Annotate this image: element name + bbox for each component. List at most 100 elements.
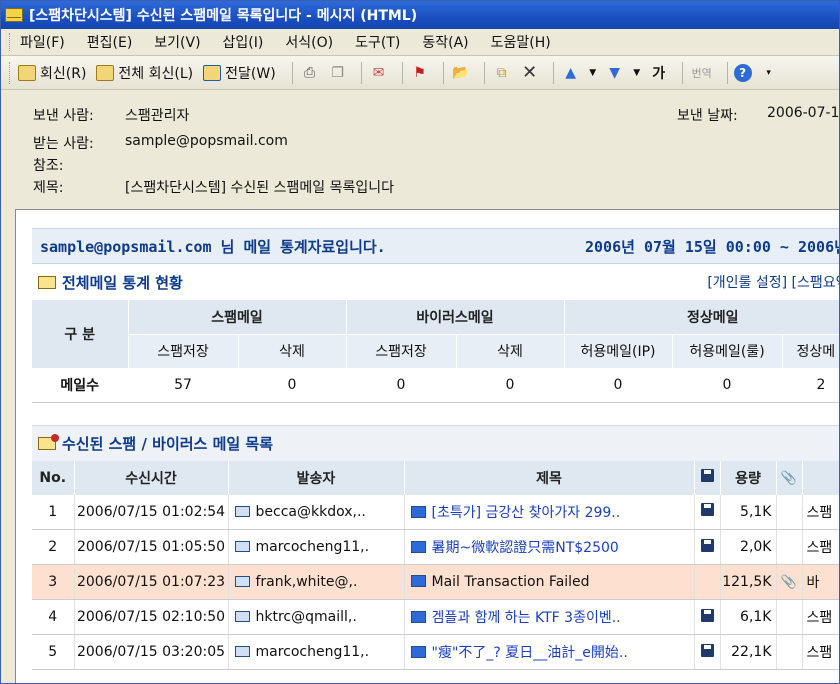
to-value[interactable]: sample@popsmail.com <box>125 133 288 149</box>
menu-format[interactable]: 서식(O) <box>285 32 333 52</box>
open-folder-icon[interactable]: 📂 <box>450 63 472 83</box>
envelope-icon <box>38 275 56 289</box>
message-body[interactable]: sample@popsmail.com 님 메일 통계자료입니다. 2006년 … <box>15 209 839 683</box>
subject-value: [스팸차단시스템] 수신된 스팸메일 목록입니다 <box>125 180 394 196</box>
from-value[interactable]: 스팸관리자 <box>125 105 189 125</box>
previous-item-icon[interactable]: ▲ <box>560 63 582 83</box>
row-save[interactable] <box>694 564 721 600</box>
toolbar-grip[interactable] <box>9 61 12 84</box>
report-banner: sample@popsmail.com 님 메일 통계자료입니다. 2006년 … <box>32 228 839 264</box>
row-sender[interactable]: frank,white@,. <box>228 564 405 600</box>
contact-card-icon <box>234 541 250 552</box>
row-subject[interactable]: [초특가] 금강산 찾아가자 299.. <box>404 494 695 530</box>
help-icon[interactable]: ? <box>733 63 752 82</box>
menu-bar: 파일(F) 편집(E) 보기(V) 삽입(I) 서식(O) 도구(T) 동작(A… <box>1 29 839 56</box>
reply-all-label: 전체 회신(L) <box>118 65 194 82</box>
row-size: 6,1K <box>720 599 777 635</box>
toolbar-separator <box>552 61 554 84</box>
print-icon[interactable]: ⎙ <box>299 63 321 83</box>
table-row[interactable]: 1 2006/07/15 01:02:54 becca@kkdox,.. [초특가] … <box>32 494 839 530</box>
subject-text[interactable]: Mail Transaction Failed <box>432 574 590 590</box>
subject-text[interactable]: "瘦"不了_? 夏日__油計_e開始.. <box>432 645 628 661</box>
disk-icon[interactable] <box>700 608 714 622</box>
toolbar-overflow-icon[interactable]: ▾ <box>758 63 780 83</box>
menu-help[interactable]: 도움말(H) <box>491 32 551 52</box>
copy-icon[interactable]: ❐ <box>327 63 349 83</box>
dropdown-arrow-icon[interactable]: ▼ <box>588 63 598 83</box>
toolbar-separator <box>726 61 728 84</box>
translate-button[interactable]: 번역 <box>689 63 715 83</box>
row-subject[interactable]: Mail Transaction Failed <box>404 564 695 600</box>
stats-table: 구 분 스팸메일 바이러스메일 정상메일 스팸저장 삭제 스팸저장 삭제 허용메… <box>32 300 839 403</box>
menu-view[interactable]: 보기(V) <box>154 32 200 52</box>
row-size: 22,1K <box>720 634 777 670</box>
subheader: 정상메 <box>782 334 839 368</box>
col-save <box>694 460 721 495</box>
contact-card-icon <box>234 505 250 517</box>
mail-icon <box>410 611 426 623</box>
row-subject[interactable]: 暑期~微軟認證只需NT$2500 <box>404 529 695 565</box>
stat-value: 0 <box>346 368 457 403</box>
subject-text[interactable]: 暑期~微軟認證只需NT$2500 <box>432 540 619 556</box>
personal-rule-link[interactable]: [개인룰 설정] <box>707 275 787 291</box>
sender-text: marcocheng11,. <box>255 644 370 660</box>
sender-text: marcocheng11,. <box>255 539 370 555</box>
stats-section-title: 전체메일 통계 현황 <box>62 273 183 292</box>
standard-toolbar: 회신(R) 전체 회신(L) 전달(W) ⎙ ❐ ✉ ⚑ 📂 ⧉ ✕ ▲ ▼ ▼… <box>1 56 839 90</box>
delete-icon[interactable]: ✕ <box>519 62 541 83</box>
row-sender[interactable]: becca@kkdox,.. <box>228 494 405 530</box>
flag-icon[interactable]: ⚑ <box>409 63 431 83</box>
table-row[interactable]: 3 2006/07/15 01:07:23 frank,white@,. Mail T… <box>32 564 839 600</box>
col-size: 용량 <box>720 460 777 495</box>
sender-text: hktrc@qmaill,. <box>255 609 357 625</box>
title-bar[interactable]: [스팸차단시스템] 수신된 스팸메일 목록입니다 - 메시지 (HTML) <box>1 1 839 29</box>
toolbar-grip[interactable] <box>9 33 12 51</box>
forward-button[interactable]: 전달(W) <box>203 63 276 83</box>
col-received-time: 수신시간 <box>74 460 229 495</box>
font-size-icon[interactable]: 가 <box>648 63 670 83</box>
row-subject[interactable]: "瘦"不了_? 夏日__油計_e開始.. <box>404 634 695 670</box>
move-icon[interactable]: ⧉ <box>491 63 513 83</box>
next-item-icon[interactable]: ▼ <box>604 63 626 83</box>
list-section-title: 수신된 스팸 / 바이러스 메일 목록 <box>62 434 273 453</box>
reply-label: 회신(R) <box>40 65 87 82</box>
row-save[interactable] <box>694 529 721 565</box>
reply-all-button[interactable]: 전체 회신(L) <box>96 63 193 83</box>
table-row[interactable]: 2 2006/07/15 01:05:50 marcocheng11,. 暑期~微軟認… <box>32 529 839 565</box>
stat-value: 0 <box>456 368 565 403</box>
table-row[interactable]: 4 2006/07/15 02:10:50 hktrc@qmaill,. 겜플과 함께… <box>32 599 839 635</box>
menu-tools[interactable]: 도구(T) <box>355 32 400 52</box>
table-row[interactable]: 5 2006/07/15 03:20:05 marcocheng11,. "瘦"不了_… <box>32 634 839 670</box>
row-no: 5 <box>32 634 75 670</box>
row-subject[interactable]: 겜플과 함께 하는 KTF 3종이벤.. <box>404 599 695 635</box>
menu-insert[interactable]: 삽입(I) <box>223 32 264 52</box>
dropdown-arrow-icon[interactable]: ▼ <box>632 63 642 83</box>
spam-summary-link[interactable]: [스팸요약] <box>792 275 839 291</box>
envelope-icon <box>5 8 23 22</box>
row-save[interactable] <box>694 599 721 635</box>
disk-icon[interactable] <box>700 538 714 552</box>
col-type <box>802 460 839 495</box>
row-no: 3 <box>32 564 75 600</box>
reply-button[interactable]: 회신(R) <box>18 63 86 83</box>
row-label: 메일수 <box>32 368 129 403</box>
row-save[interactable] <box>694 494 721 530</box>
menu-file[interactable]: 파일(F) <box>20 32 65 52</box>
stat-value[interactable]: 57 <box>128 368 239 403</box>
disk-icon[interactable] <box>700 643 714 657</box>
subject-text[interactable]: [초특가] 금강산 찾아가자 299.. <box>432 505 621 521</box>
window-title: [스팸차단시스템] 수신된 스팸메일 목록입니다 - 메시지 (HTML) <box>29 8 418 24</box>
menu-edit[interactable]: 편집(E) <box>87 32 133 52</box>
row-sender[interactable]: hktrc@qmaill,. <box>228 599 405 635</box>
subject-text[interactable]: 겜플과 함께 하는 KTF 3종이벤.. <box>432 610 621 626</box>
row-type: 스팸 <box>802 599 839 635</box>
row-sender[interactable]: marcocheng11,. <box>228 634 405 670</box>
menu-actions[interactable]: 동작(A) <box>422 32 468 52</box>
row-type: 바 <box>802 564 839 600</box>
disk-icon[interactable] <box>700 503 714 517</box>
mail-icon <box>410 646 426 658</box>
row-save[interactable] <box>694 634 721 670</box>
col-attachment: 📎 <box>776 460 803 495</box>
row-sender[interactable]: marcocheng11,. <box>228 529 405 565</box>
move-to-folder-icon[interactable]: ✉ <box>368 63 390 83</box>
